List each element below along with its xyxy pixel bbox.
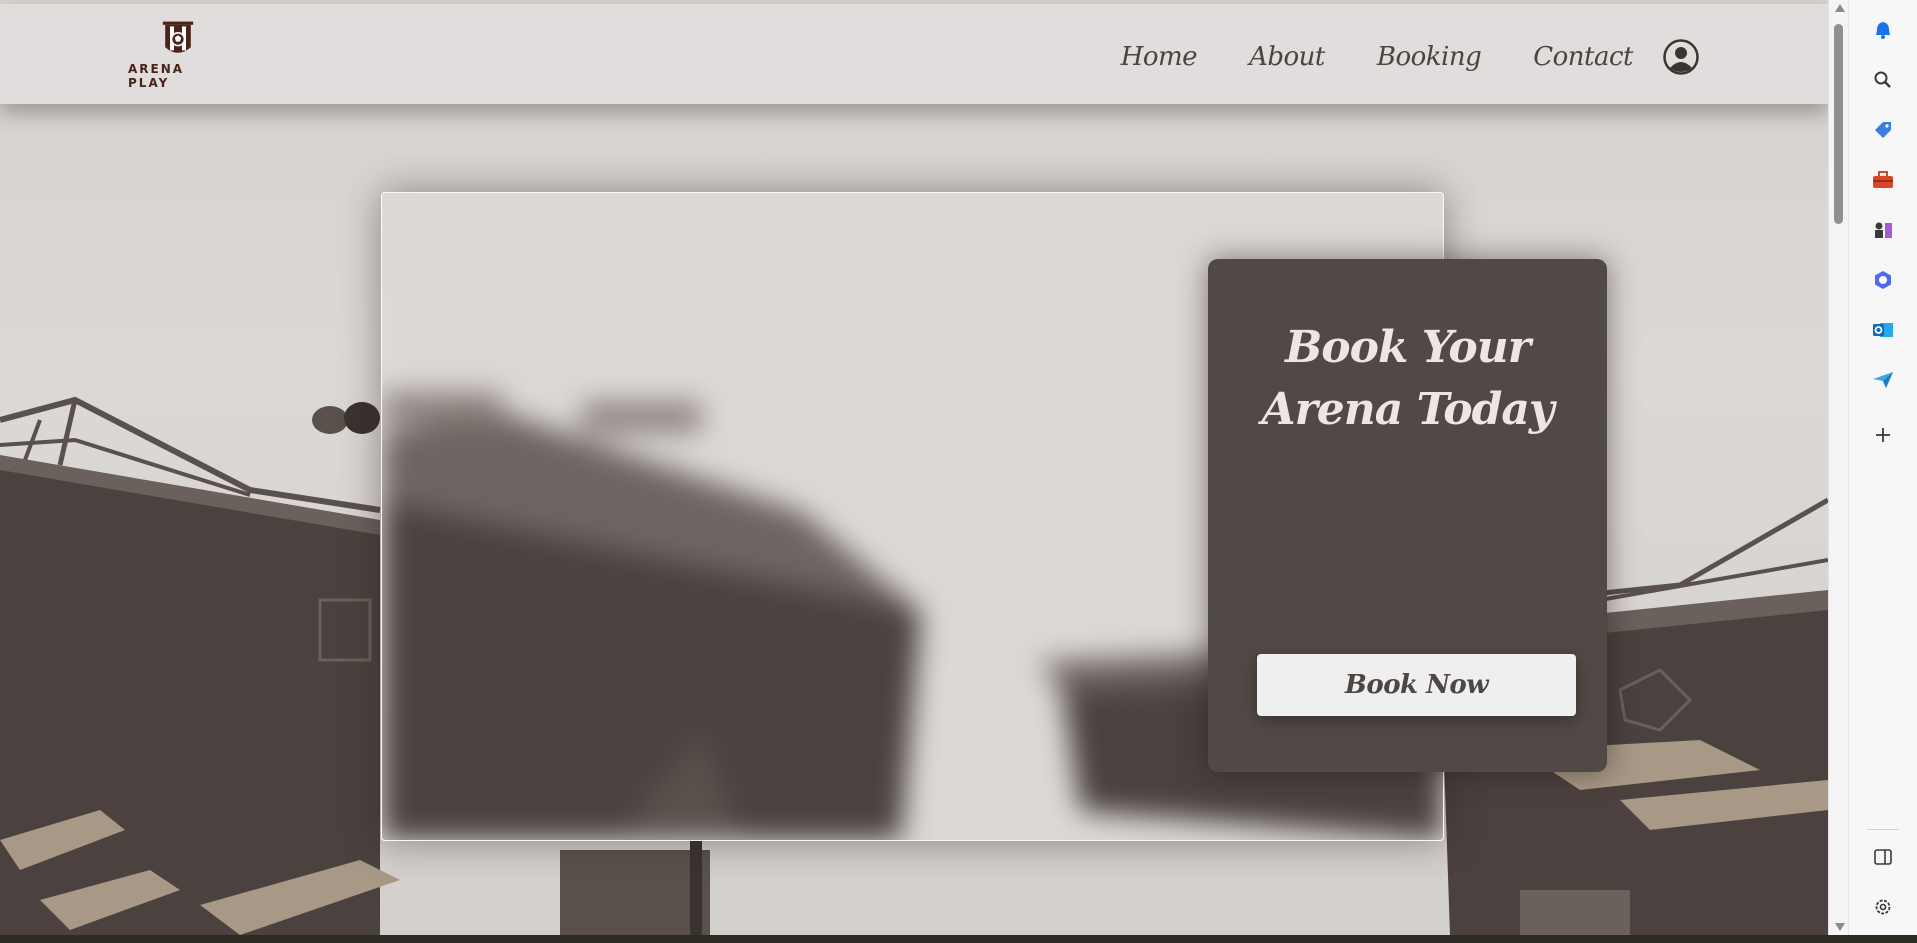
split-screen-icon[interactable] — [1872, 846, 1894, 868]
send-icon[interactable] — [1872, 369, 1894, 391]
taskbar-edge — [0, 935, 1917, 943]
scroll-up-arrow-icon[interactable] — [1835, 4, 1845, 12]
scroll-down-arrow-icon[interactable] — [1835, 923, 1845, 931]
nav-about[interactable]: About — [1249, 42, 1325, 72]
outlook-icon[interactable] — [1872, 319, 1894, 341]
nav-contact[interactable]: Contact — [1533, 42, 1633, 72]
site-logo[interactable]: ARENA PLAY — [128, 20, 228, 90]
booking-card: Book Your Arena Today Book Now — [1208, 259, 1607, 772]
user-circle-icon[interactable] — [1662, 38, 1700, 76]
nav-booking[interactable]: Booking — [1377, 42, 1482, 72]
book-now-button[interactable]: Book Now — [1257, 654, 1576, 716]
browser-sidebar — [1848, 0, 1917, 935]
shield-logo-icon — [162, 21, 194, 53]
search-icon[interactable] — [1872, 69, 1894, 91]
main-navigation: Home About Booking Contact — [1121, 42, 1634, 72]
bell-icon[interactable] — [1872, 19, 1894, 41]
logo-text: ARENA PLAY — [128, 62, 185, 90]
tag-icon[interactable] — [1872, 119, 1894, 141]
settings-icon[interactable] — [1872, 896, 1894, 918]
page-viewport: ARENA PLAY Home About Booking Contact Bo… — [0, 0, 1828, 935]
site-header: ARENA PLAY Home About Booking Contact — [0, 4, 1828, 104]
page-scrollbar[interactable] — [1828, 0, 1848, 935]
plus-icon[interactable] — [1872, 424, 1894, 446]
toolbox-icon[interactable] — [1872, 169, 1894, 191]
copilot-icon[interactable] — [1872, 269, 1894, 291]
hero-title: Book Your Arena Today — [1261, 322, 1554, 435]
sidebar-divider — [1867, 829, 1899, 830]
chess-icon[interactable] — [1872, 219, 1894, 241]
scroll-thumb[interactable] — [1834, 24, 1843, 224]
nav-home[interactable]: Home — [1121, 42, 1198, 72]
